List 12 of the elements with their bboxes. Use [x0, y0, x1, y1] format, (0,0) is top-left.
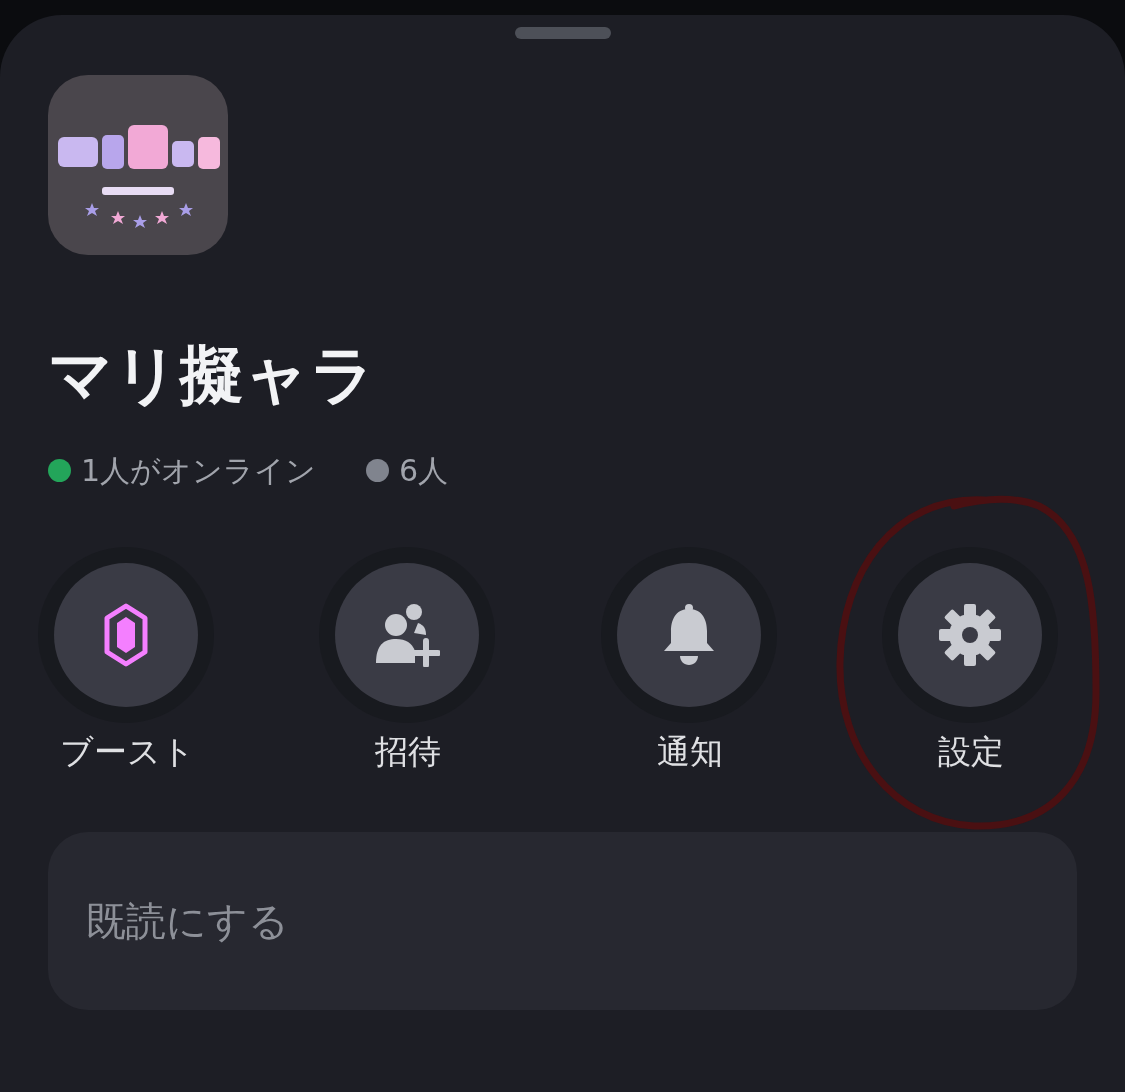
member-count: 1人がオンライン [81, 451, 317, 490]
gem-icon [103, 602, 149, 667]
action-label: ブースト [58, 730, 196, 773]
member-count: 6人 [399, 451, 449, 490]
action-label: 通知 [655, 730, 724, 773]
settings-icon [936, 601, 1003, 668]
action-label: 招待 [374, 730, 443, 773]
action-label: 設定 [936, 730, 1005, 773]
add-person-icon [374, 602, 441, 667]
drag-handle[interactable] [514, 27, 611, 39]
server-name: マリ擬ャラ [48, 337, 377, 414]
mark-as-read-button[interactable]: 既読にする [48, 832, 1077, 1011]
